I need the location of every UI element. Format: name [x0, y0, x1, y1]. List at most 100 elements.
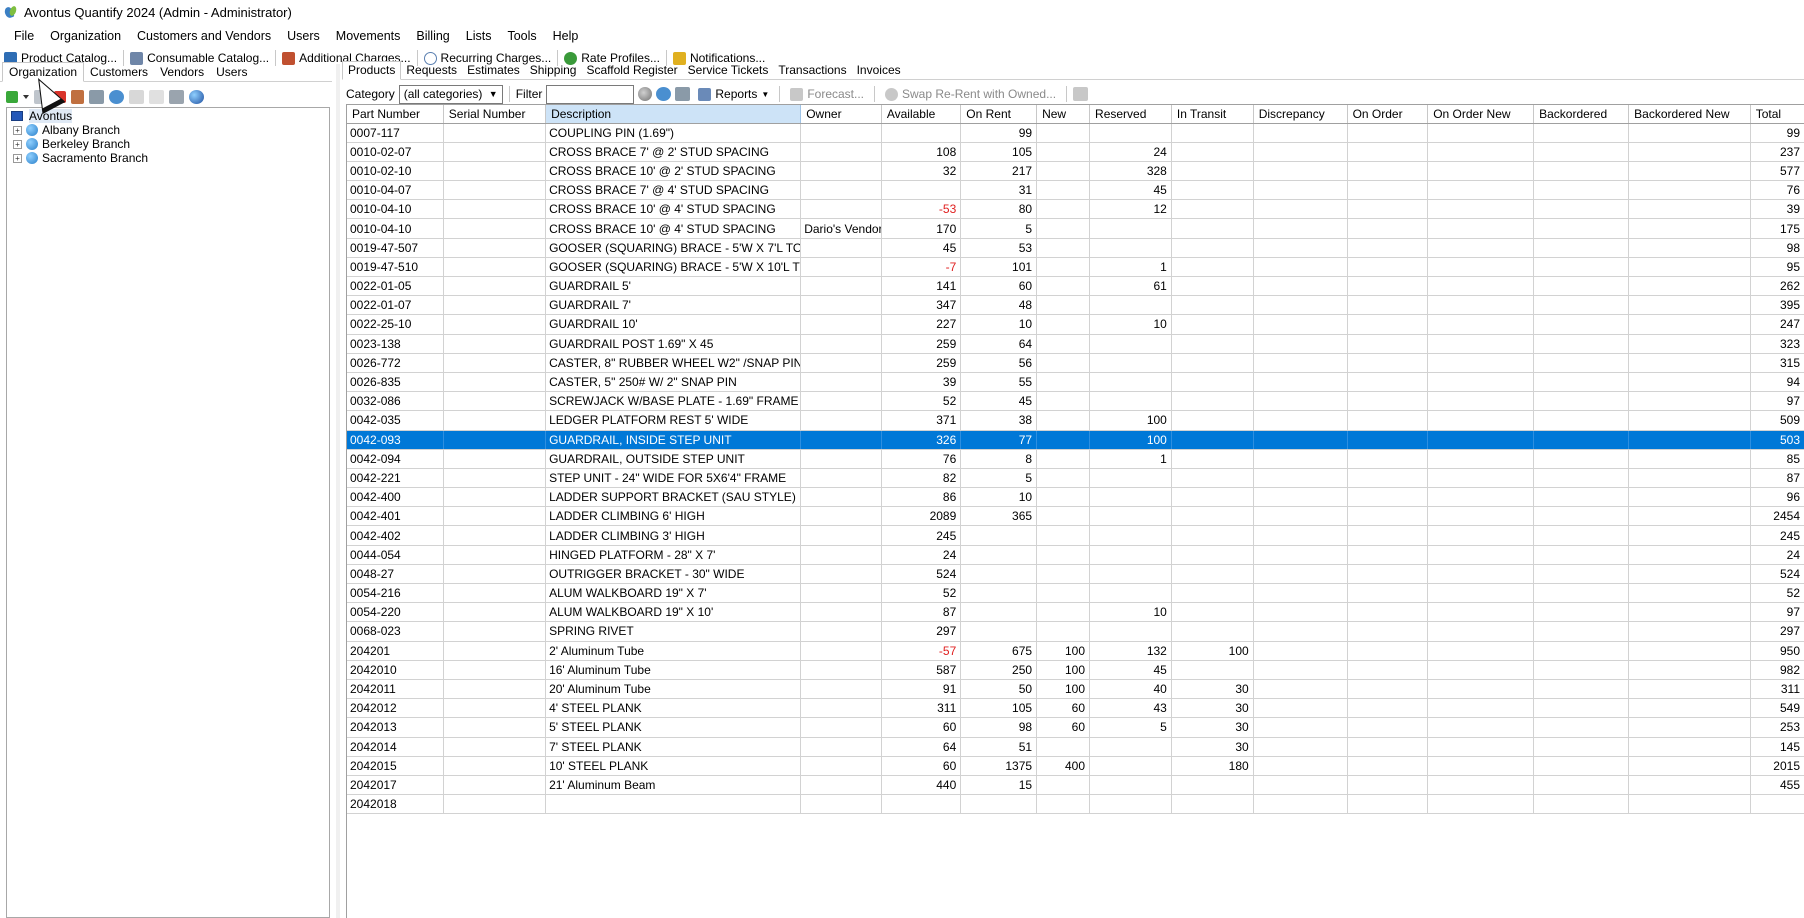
table-row[interactable]: 2042011 20' Aluminum Tube 91 50 100 40 30 311	[347, 679, 1804, 700]
reports-button[interactable]: Reports ▼	[694, 84, 773, 104]
tab-vendors[interactable]: Vendors	[154, 64, 210, 81]
refresh-icon[interactable]	[656, 87, 672, 101]
table-row[interactable]: 0042-400 LADDER SUPPORT BRACKET (SAU STYL…	[347, 487, 1804, 508]
table-row[interactable]: 0042-094 GUARDRAIL, OUTSIDE STEP UNIT 76 8 1…	[347, 449, 1804, 469]
table-cell: 0019-47-507	[347, 238, 444, 258]
table-row[interactable]: 0054-220 ALUM WALKBOARD 19" X 10' 87 10 97	[347, 602, 1804, 623]
tree-node-sacramento-branch[interactable]: + Sacramento Branch	[13, 150, 148, 166]
table-row[interactable]: 0010-04-07 CROSS BRACE 7' @ 4' STUD SPACI…	[347, 180, 1804, 201]
add-icon[interactable]	[6, 91, 18, 103]
tab-shipping[interactable]: Shipping	[525, 62, 582, 79]
search-icon[interactable]	[638, 87, 653, 101]
column-header-serial-number[interactable]: Serial Number	[443, 105, 547, 124]
table-row[interactable]: 0048-27 OUTRIGGER BRACKET - 30" WIDE 524 52…	[347, 564, 1804, 585]
tab-invoices[interactable]: Invoices	[852, 62, 906, 79]
link-icon[interactable]	[149, 90, 164, 104]
forecast-button[interactable]: Forecast...	[786, 84, 868, 104]
column-header-new[interactable]: New	[1036, 105, 1091, 124]
column-header-backordered[interactable]: Backordered	[1533, 105, 1630, 124]
swap-rerent-button[interactable]: Swap Re-Rent with Owned...	[881, 84, 1060, 104]
tab-products[interactable]: Products	[342, 61, 402, 80]
panel-splitter[interactable]	[336, 64, 340, 918]
table-row[interactable]: 0042-401 LADDER CLIMBING 6' HIGH 2089 365 24…	[347, 506, 1804, 527]
filter-input[interactable]	[546, 84, 635, 104]
tab-users[interactable]: Users	[210, 64, 253, 81]
table-row[interactable]: 0019-47-510 GOOSER (SQUARING) BRACE - 5'W…	[347, 257, 1804, 278]
table-row[interactable]: 0044-054 HINGED PLATFORM - 28" X 7' 24 24	[347, 545, 1804, 565]
menu-file[interactable]: File	[6, 25, 42, 47]
table-row[interactable]: 0042-035 LEDGER PLATFORM REST 5' WIDE 371 3…	[347, 410, 1804, 431]
tab-requests[interactable]: Requests	[401, 62, 462, 79]
column-header-description[interactable]: Description	[545, 105, 802, 124]
refresh-icon[interactable]	[109, 90, 124, 104]
table-row[interactable]: 204201 2' Aluminum Tube -57 675 100 132 100 950	[347, 641, 1804, 661]
chevron-down-icon[interactable]	[23, 95, 29, 99]
table-row[interactable]: 0007-117 COUPLING PIN (1.69") 99 99	[347, 123, 1804, 143]
column-header-backordered-new[interactable]: Backordered New	[1628, 105, 1751, 124]
globe-icon[interactable]	[189, 90, 204, 104]
table-row[interactable]: 0026-772 CASTER, 8" RUBBER WHEEL W2" /SNA…	[347, 353, 1804, 373]
view-icon[interactable]	[675, 87, 691, 101]
table-row[interactable]: 0032-086 SCREWJACK W/BASE PLATE - 1.69" F…	[347, 391, 1804, 412]
category-select[interactable]: (all categories) ▼	[398, 84, 503, 104]
expand-icon[interactable]: +	[13, 139, 22, 149]
table-row[interactable]: 0010-04-10 CROSS BRACE 10' @ 4' STUD SPAC…	[347, 218, 1804, 239]
find-icon[interactable]	[71, 90, 84, 104]
table-row[interactable]: 2042017 21' Aluminum Beam 440 15 455	[347, 775, 1804, 796]
tab-customers[interactable]: Customers	[84, 64, 154, 81]
column-header-available[interactable]: Available	[881, 105, 962, 124]
tab-estimates[interactable]: Estimates	[462, 62, 525, 79]
column-header-on-order[interactable]: On Order	[1347, 105, 1429, 124]
table-row[interactable]: 0068-023 SPRING RIVET 297 297	[347, 621, 1804, 642]
table-cell	[1427, 430, 1535, 450]
menu-customers-and-vendors[interactable]: Customers and Vendors	[129, 25, 279, 47]
table-row[interactable]: 0022-01-07 GUARDRAIL 7' 347 48 395	[347, 295, 1804, 316]
menu-tools[interactable]: Tools	[499, 25, 544, 47]
view-icon[interactable]	[89, 90, 104, 104]
column-header-in-transit[interactable]: In Transit	[1171, 105, 1254, 124]
column-header-on-order-new[interactable]: On Order New	[1427, 105, 1535, 124]
menu-lists[interactable]: Lists	[458, 25, 500, 47]
table-row[interactable]: 0042-093 GUARDRAIL, INSIDE STEP UNIT 326 77…	[347, 430, 1804, 450]
table-row[interactable]: 0022-25-10 GUARDRAIL 10' 227 10 10 247	[347, 314, 1804, 335]
menu-billing[interactable]: Billing	[408, 25, 457, 47]
tab-service-tickets[interactable]: Service Tickets	[683, 62, 774, 79]
table-cell	[1036, 468, 1091, 489]
table-row[interactable]: 0042-402 LADDER CLIMBING 3' HIGH 245 245	[347, 525, 1804, 546]
table-row[interactable]: 2042012 4' STEEL PLANK 311 105 60 43 30 549	[347, 698, 1804, 719]
menu-movements[interactable]: Movements	[328, 25, 409, 47]
table-row[interactable]: 2042014 7' STEEL PLANK 64 51 30 145	[347, 737, 1804, 757]
table-cell: 311	[1750, 679, 1804, 700]
edit-icon[interactable]	[1073, 87, 1089, 101]
table-cell	[1427, 717, 1535, 738]
column-header-reserved[interactable]: Reserved	[1089, 105, 1172, 124]
table-row[interactable]: 2042015 10' STEEL PLANK 60 1375 400 180 2015	[347, 756, 1804, 776]
document-icon[interactable]	[129, 90, 144, 104]
expand-icon[interactable]: +	[13, 153, 22, 163]
table-row[interactable]: 2042018	[347, 794, 1804, 815]
table-row[interactable]: 0019-47-507 GOOSER (SQUARING) BRACE - 5'W…	[347, 238, 1804, 258]
expand-icon[interactable]: +	[13, 125, 22, 135]
menu-organization[interactable]: Organization	[42, 25, 129, 47]
column-header-owner[interactable]: Owner	[800, 105, 882, 124]
table-row[interactable]: 2042010 16' Aluminum Tube 587 250 100 45 982	[347, 660, 1804, 680]
table-row[interactable]: 0010-02-07 CROSS BRACE 7' @ 2' STUD SPACI…	[347, 142, 1804, 162]
menu-users[interactable]: Users	[279, 25, 328, 47]
table-row[interactable]: 0023-138 GUARDRAIL POST 1.69" X 45 259 64 32…	[347, 334, 1804, 354]
table-row[interactable]: 0022-01-05 GUARDRAIL 5' 141 60 61 262	[347, 276, 1804, 297]
table-row[interactable]: 0054-216 ALUM WALKBOARD 19" X 7' 52 52	[347, 583, 1804, 604]
table-row[interactable]: 2042013 5' STEEL PLANK 60 98 60 5 30 253	[347, 717, 1804, 738]
menu-help[interactable]: Help	[545, 25, 587, 47]
table-row[interactable]: 0042-221 STEP UNIT - 24" WIDE FOR 5X6'4" …	[347, 468, 1804, 489]
table-row[interactable]: 0010-04-10 CROSS BRACE 10' @ 4' STUD SPAC…	[347, 199, 1804, 220]
table-row[interactable]: 0026-835 CASTER, 5" 250# W/ 2" SNAP PIN 39…	[347, 372, 1804, 393]
table-cell	[443, 525, 547, 546]
column-header-total[interactable]: Total	[1750, 105, 1804, 124]
column-header-part-number[interactable]: Part Number	[347, 105, 444, 124]
pin-icon[interactable]	[169, 90, 184, 104]
tab-transactions[interactable]: Transactions	[773, 62, 851, 79]
tab-scaffold-register[interactable]: Scaffold Register	[581, 62, 682, 79]
table-row[interactable]: 0010-02-10 CROSS BRACE 10' @ 2' STUD SPAC…	[347, 161, 1804, 182]
column-header-on-rent[interactable]: On Rent	[960, 105, 1038, 124]
column-header-discrepancy[interactable]: Discrepancy	[1253, 105, 1348, 124]
